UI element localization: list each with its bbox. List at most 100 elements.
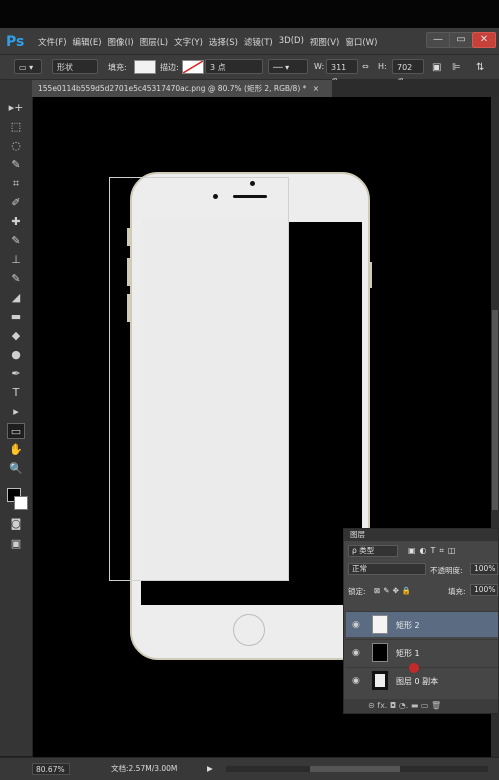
menu-select[interactable]: 选择(S) [209, 36, 244, 48]
document-tab-title: 155e0114b559d5d2701e5c45317470ac.png @ 8… [38, 84, 307, 93]
lasso-tool-icon[interactable]: ◌ [7, 138, 25, 154]
fill-opacity-label: 填充: [448, 587, 466, 596]
path-arrange-icon[interactable]: ⇅ [476, 62, 484, 73]
phone-speaker [233, 195, 267, 198]
menu-filter[interactable]: 滤镜(T) [244, 36, 279, 48]
layer-thumbnail [372, 671, 388, 690]
phone-sensor [213, 194, 218, 199]
path-ops-icon[interactable]: ▣ [432, 62, 441, 73]
layers-panel-title[interactable]: 图层 [344, 529, 498, 541]
zoom-tool-icon[interactable]: 🔍 [7, 461, 25, 477]
menu-bar: Ps 文件(F) 编辑(E) 图像(I) 图层(L) 文字(Y) 选择(S) 滤… [0, 28, 499, 55]
width-field[interactable]: 311 像 [326, 59, 358, 87]
dodge-tool-icon[interactable]: ● [7, 347, 25, 363]
background-color-swatch[interactable] [14, 496, 28, 510]
layer-name: 矩形 2 [396, 621, 420, 630]
horizontal-scrollbar-thumb[interactable] [310, 766, 400, 772]
eyedropper-tool-icon[interactable]: ✐ [7, 195, 25, 211]
menu-image[interactable]: 图像(I) [108, 36, 140, 48]
blend-mode-select[interactable]: 正常 [348, 563, 426, 575]
healing-tool-icon[interactable]: ✚ [7, 214, 25, 230]
stroke-swatch[interactable] [182, 60, 204, 74]
selection-bounding-box[interactable] [109, 177, 289, 581]
layers-panel-footer: ⊝ fx. ◘ ◔. ▬ ▭ 🗑 [344, 699, 498, 713]
document-size-info: 文档:2.57M/3.00M [111, 764, 178, 773]
hand-tool-icon[interactable]: ✋ [7, 442, 25, 458]
marquee-tool-icon[interactable]: ⬚ [7, 119, 25, 135]
fill-label: 填充: [108, 63, 127, 72]
rectangle-tool-icon[interactable]: ▭ [7, 423, 25, 439]
layers-panel: 图层 ρ 类型 ▣◐T⌗◫ 正常 不透明度: 100% 锁定: ⊠✎✥🔒 填充:… [343, 528, 499, 714]
layer-row-rect1[interactable]: ◉ 矩形 1 [346, 639, 498, 665]
phone-front-camera [250, 181, 255, 186]
status-bar: 80.67% 文档:2.57M/3.00M ▶ [0, 757, 499, 780]
layer-row-layer0-copy[interactable]: ◉ 图层 0 副本 [346, 667, 498, 693]
phone-power-button [369, 262, 372, 288]
click-indicator [409, 663, 419, 673]
minimize-button[interactable]: — [426, 32, 450, 48]
menu-edit[interactable]: 编辑(E) [73, 36, 108, 48]
menu-3d[interactable]: 3D(D) [279, 36, 310, 48]
layer-thumbnail [372, 615, 388, 634]
tool-preset-picker[interactable]: ▭ ▾ [14, 59, 42, 74]
layer-thumbnail [372, 643, 388, 662]
history-brush-tool-icon[interactable]: ✎ [7, 271, 25, 287]
filter-icons[interactable]: ▣◐T⌗◫ [408, 546, 460, 556]
maximize-button[interactable]: ▭ [449, 32, 473, 48]
fill-swatch[interactable] [134, 60, 156, 74]
lock-label: 锁定: [348, 587, 366, 596]
width-label: W: [314, 62, 325, 71]
path-align-icon[interactable]: ⊫ [452, 62, 461, 73]
link-icon[interactable]: ⇔ [362, 62, 369, 71]
document-tab[interactable]: 155e0114b559d5d2701e5c45317470ac.png @ 8… [32, 80, 332, 97]
visibility-eye-icon[interactable]: ◉ [352, 620, 360, 630]
tab-close-icon[interactable]: × [313, 84, 319, 93]
layer-filter-select[interactable]: ρ 类型 [348, 545, 398, 557]
stroke-label: 描边: [160, 63, 179, 72]
photoshop-logo: Ps [6, 34, 25, 50]
top-strip [0, 0, 499, 28]
visibility-eye-icon[interactable]: ◉ [352, 676, 360, 686]
eraser-tool-icon[interactable]: ◢ [7, 290, 25, 306]
menu-file[interactable]: 文件(F) [38, 36, 73, 48]
stroke-type-select[interactable]: ── ▾ [268, 59, 308, 74]
main-menu: 文件(F) 编辑(E) 图像(I) 图层(L) 文字(Y) 选择(S) 滤镜(T… [38, 36, 383, 48]
shape-mode-select[interactable]: 形状 [52, 59, 98, 74]
menu-type[interactable]: 文字(Y) [174, 36, 209, 48]
phone-home-button [233, 614, 265, 646]
type-tool-icon[interactable]: T [7, 385, 25, 401]
fill-opacity-field[interactable]: 100% [470, 584, 498, 596]
layer-row-rect2[interactable]: ◉ 矩形 2 [346, 611, 498, 637]
crop-tool-icon[interactable]: ⌗ [7, 176, 25, 192]
menu-view[interactable]: 视图(V) [310, 36, 345, 48]
move-tool-icon[interactable]: ▸+ [7, 100, 25, 116]
pen-tool-icon[interactable]: ✒ [7, 366, 25, 382]
gradient-tool-icon[interactable]: ▬ [7, 309, 25, 325]
status-menu-arrow[interactable]: ▶ [204, 763, 218, 775]
height-label: H: [378, 62, 387, 71]
opacity-label: 不透明度: [430, 566, 463, 575]
layer-name: 矩形 1 [396, 649, 420, 658]
layer-name: 图层 0 副本 [396, 677, 439, 686]
quick-mask-icon[interactable]: ◙ [7, 516, 25, 532]
screen-mode-icon[interactable]: ▣ [7, 536, 25, 552]
no-stroke-icon [183, 61, 203, 73]
layer-footer-icons[interactable]: ⊝ fx. ◘ ◔. ▬ ▭ 🗑 [368, 701, 441, 710]
quick-select-tool-icon[interactable]: ✎ [7, 157, 25, 173]
stamp-tool-icon[interactable]: ⊥ [7, 252, 25, 268]
document-tab-bar: 155e0114b559d5d2701e5c45317470ac.png @ 8… [32, 80, 499, 97]
path-select-tool-icon[interactable]: ▸ [7, 404, 25, 420]
visibility-eye-icon[interactable]: ◉ [352, 648, 360, 658]
height-field[interactable]: 702 像 [392, 59, 424, 87]
brush-tool-icon[interactable]: ✎ [7, 233, 25, 249]
close-button[interactable]: ✕ [472, 32, 496, 48]
blur-tool-icon[interactable]: ◆ [7, 328, 25, 344]
scrollbar-thumb[interactable] [492, 310, 498, 510]
options-bar: ▭ ▾ 形状 填充: 描边: 3 点 ── ▾ W: 311 像 ⇔ H: 70… [0, 55, 499, 87]
zoom-level-field[interactable]: 80.67% [32, 763, 70, 775]
menu-window[interactable]: 窗口(W) [345, 36, 383, 48]
menu-layer[interactable]: 图层(L) [140, 36, 174, 48]
opacity-field[interactable]: 100% [470, 563, 498, 575]
lock-icons[interactable]: ⊠✎✥🔒 [374, 586, 414, 595]
stroke-width-field[interactable]: 3 点 [205, 59, 263, 74]
